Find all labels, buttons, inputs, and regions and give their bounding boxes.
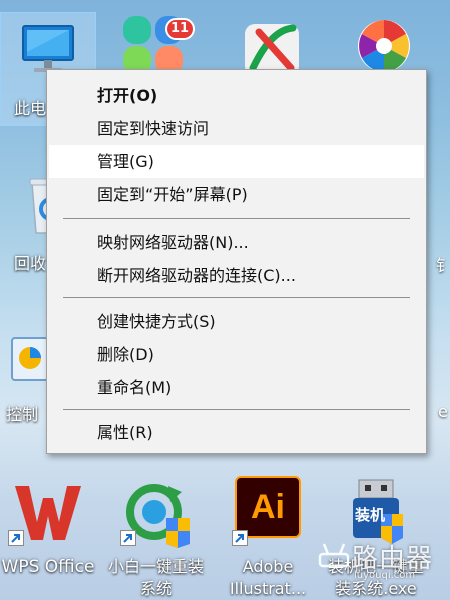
xiaobai-reinstall-icon-tile[interactable]: 小白一键重装 系统 <box>108 476 204 600</box>
watermark-subtext: luyouqi.com <box>354 570 416 581</box>
adobe-illustrator-icon-tile[interactable]: Ai Adobe Illustrat... <box>220 476 316 600</box>
menu-item-pin-quick-access[interactable]: 固定到快速访问 <box>49 112 424 145</box>
menu-item-open[interactable]: 打开(O) <box>49 79 424 112</box>
menu-item-delete[interactable]: 删除(D) <box>49 338 424 371</box>
adobe-label-line1: Adobe <box>242 557 294 576</box>
menu-item-create-shortcut[interactable]: 创建快捷方式(S) <box>49 305 424 338</box>
menu-item-map-network-drive[interactable]: 映射网络驱动器(N)... <box>49 226 424 259</box>
menu-separator <box>63 218 410 219</box>
pinwheel-app-icon-tile[interactable] <box>336 10 432 72</box>
right-edge-label-2: e <box>438 402 448 421</box>
watermark: 路由器 luyouqi.com <box>318 536 448 596</box>
xiaobai-label-line2: 系统 <box>139 579 172 598</box>
menu-item-manage[interactable]: 管理(G) <box>49 145 424 178</box>
menu-item-pin-start[interactable]: 固定到“开始”屏幕(P) <box>49 178 424 211</box>
xiaobai-label-line1: 小白一键重装 <box>108 557 205 576</box>
menu-separator <box>63 409 410 410</box>
ai-logo-text: Ai <box>235 476 301 538</box>
wps-office-label: WPS Office <box>1 557 95 577</box>
menu-item-rename[interactable]: 重命名(M) <box>49 371 424 404</box>
download-app-icon-tile[interactable] <box>224 10 320 76</box>
notification-badge: 11 <box>165 18 195 40</box>
shortcut-arrow-icon <box>120 530 136 546</box>
wps-office-icon-tile[interactable]: WPS Office <box>0 476 96 600</box>
router-logo-icon <box>318 543 350 568</box>
menu-item-disconnect-network-drive[interactable]: 断开网络驱动器的连接(C)... <box>49 259 424 292</box>
shortcut-arrow-icon <box>232 530 248 546</box>
menu-separator <box>63 297 410 298</box>
right-edge-label-1: 钅 <box>436 256 450 275</box>
control-panel-icon <box>10 336 50 386</box>
app-launcher-icon-tile[interactable]: 11 <box>105 10 201 74</box>
menu-item-properties[interactable]: 属性(R) <box>49 416 424 449</box>
usb-logo-text: 装机 <box>355 506 386 524</box>
context-menu: 打开(O) 固定到快速访问 管理(G) 固定到“开始”屏幕(P) 映射网络驱动器… <box>46 69 427 454</box>
adobe-label-line2: Illustrat... <box>229 579 307 598</box>
desktop: 此电 11 回收 控制 钅 e WPS Office 小白一键重装 系统 Ai … <box>0 0 450 600</box>
shortcut-arrow-icon <box>8 530 24 546</box>
ai-logo-icon: Ai <box>235 476 301 538</box>
